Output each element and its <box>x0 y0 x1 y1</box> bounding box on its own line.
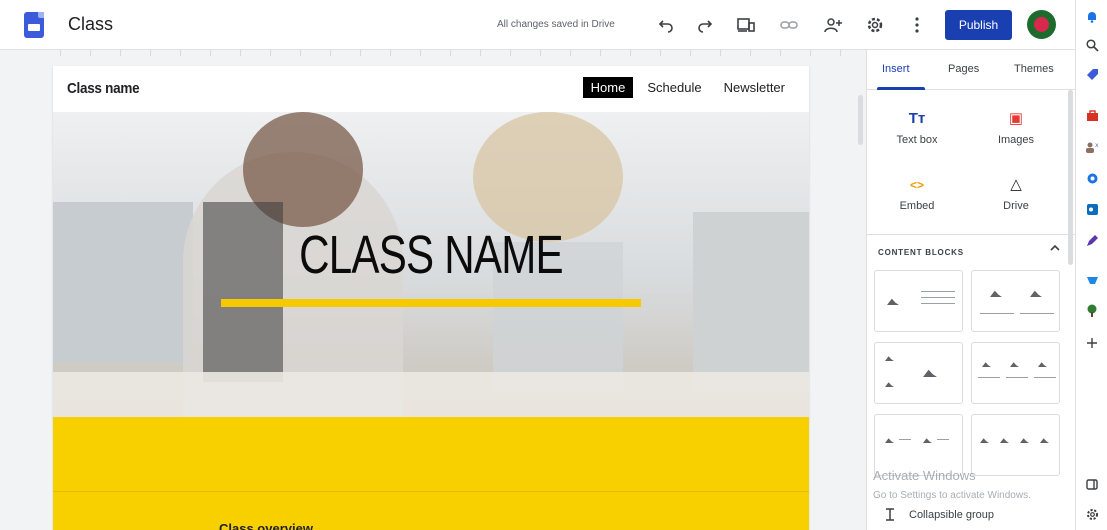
panel-divider <box>867 234 1075 235</box>
circle-icon[interactable] <box>1084 170 1100 186</box>
site-preview[interactable]: Class name Home Schedule Newsletter CLAS… <box>53 66 809 530</box>
collapsible-group-icon <box>886 508 894 521</box>
panel-scrollbar[interactable] <box>1068 90 1073 265</box>
content-blocks-heading: CONTENT BLOCKS <box>878 248 964 257</box>
embed-label: Embed <box>899 200 935 212</box>
hero-underline <box>221 299 641 307</box>
save-status: All changes saved in Drive <box>497 19 615 30</box>
link-icon[interactable] <box>778 14 800 36</box>
tab-insert[interactable]: Insert <box>882 63 910 75</box>
plus-icon[interactable] <box>1084 335 1100 351</box>
content-block-four-columns[interactable] <box>971 414 1060 476</box>
panel-icon[interactable] <box>1084 476 1100 492</box>
chevron-up-icon[interactable] <box>1050 242 1060 254</box>
add-person-icon[interactable] <box>822 14 844 36</box>
top-bar: Class All changes saved in Drive Publish <box>0 0 1075 50</box>
people-icon[interactable]: x <box>1084 139 1100 155</box>
side-panel-bar: x <box>1075 0 1107 530</box>
svg-text:x: x <box>1095 142 1099 149</box>
site-navigation: Home Schedule Newsletter <box>582 77 793 98</box>
pen-icon[interactable] <box>1084 232 1100 248</box>
undo-icon[interactable] <box>655 14 677 36</box>
hero-photo-head-right <box>473 112 623 242</box>
content-block-image-pairs[interactable] <box>874 414 963 476</box>
avatar[interactable] <box>1027 10 1056 39</box>
nav-item-schedule[interactable]: Schedule <box>639 77 709 98</box>
insert-panel: Insert Pages Themes Tт Text box ▣ Images… <box>866 50 1075 530</box>
content-block-two-images[interactable] <box>971 270 1060 332</box>
chart-icon[interactable] <box>1084 272 1100 288</box>
document-title[interactable]: Class <box>68 14 113 35</box>
drive-icon: △ <box>1010 176 1022 193</box>
embed-icon: <> <box>909 178 924 192</box>
insert-embed-button[interactable]: <> Embed <box>872 176 962 212</box>
text-box-icon: Tт <box>908 110 926 127</box>
insert-text-box-button[interactable]: Tт Text box <box>872 110 962 146</box>
tab-pages[interactable]: Pages <box>948 63 979 75</box>
tab-indicator <box>877 87 925 90</box>
content-block-image-text[interactable] <box>874 270 963 332</box>
tag-icon[interactable] <box>1084 66 1100 82</box>
drive-label: Drive <box>1003 200 1029 212</box>
overview-section[interactable]: Class overview <box>53 417 809 530</box>
briefcase-icon[interactable] <box>1084 108 1100 124</box>
site-header: Class name Home Schedule Newsletter <box>53 66 809 112</box>
insert-drive-button[interactable]: △ Drive <box>971 176 1061 212</box>
publish-button[interactable]: Publish <box>945 10 1012 40</box>
nav-item-home[interactable]: Home <box>582 77 634 98</box>
bell-icon[interactable] <box>1084 8 1100 24</box>
images-label: Images <box>997 134 1035 146</box>
nav-item-newsletter[interactable]: Newsletter <box>716 77 793 98</box>
redo-icon[interactable] <box>694 14 716 36</box>
collapsible-group-button[interactable]: Collapsible group <box>885 508 994 521</box>
overview-heading[interactable]: Class overview <box>219 521 313 530</box>
plant-icon[interactable] <box>1084 302 1100 318</box>
outlook-icon[interactable] <box>1084 201 1100 217</box>
text-box-label: Text box <box>896 134 938 146</box>
hero-banner[interactable]: CLASS NAME <box>53 112 809 417</box>
canvas-scrollbar[interactable] <box>858 95 863 145</box>
activate-windows-title: Activate Windows <box>873 468 976 483</box>
panel-tabs: Insert Pages Themes <box>867 50 1075 90</box>
gear-icon[interactable] <box>864 14 886 36</box>
ruler <box>60 50 860 56</box>
device-preview-icon[interactable] <box>735 14 757 36</box>
insert-images-button[interactable]: ▣ Images <box>971 110 1061 146</box>
content-block-image-grid[interactable] <box>874 342 963 404</box>
tab-themes[interactable]: Themes <box>1014 63 1054 75</box>
site-name[interactable]: Class name <box>67 80 140 97</box>
more-vertical-icon[interactable] <box>906 14 928 36</box>
section-divider <box>53 491 809 492</box>
google-sites-logo-icon[interactable] <box>24 12 44 38</box>
image-icon: ▣ <box>1008 110 1024 127</box>
hero-photo-desk <box>53 372 809 417</box>
hero-title[interactable]: CLASS NAME <box>136 224 726 286</box>
activate-windows-subtitle: Go to Settings to activate Windows. <box>873 490 1031 501</box>
collapsible-group-label: Collapsible group <box>909 508 994 521</box>
search-icon[interactable] <box>1084 37 1100 53</box>
content-block-three-columns[interactable] <box>971 342 1060 404</box>
settings-icon[interactable] <box>1084 506 1100 522</box>
